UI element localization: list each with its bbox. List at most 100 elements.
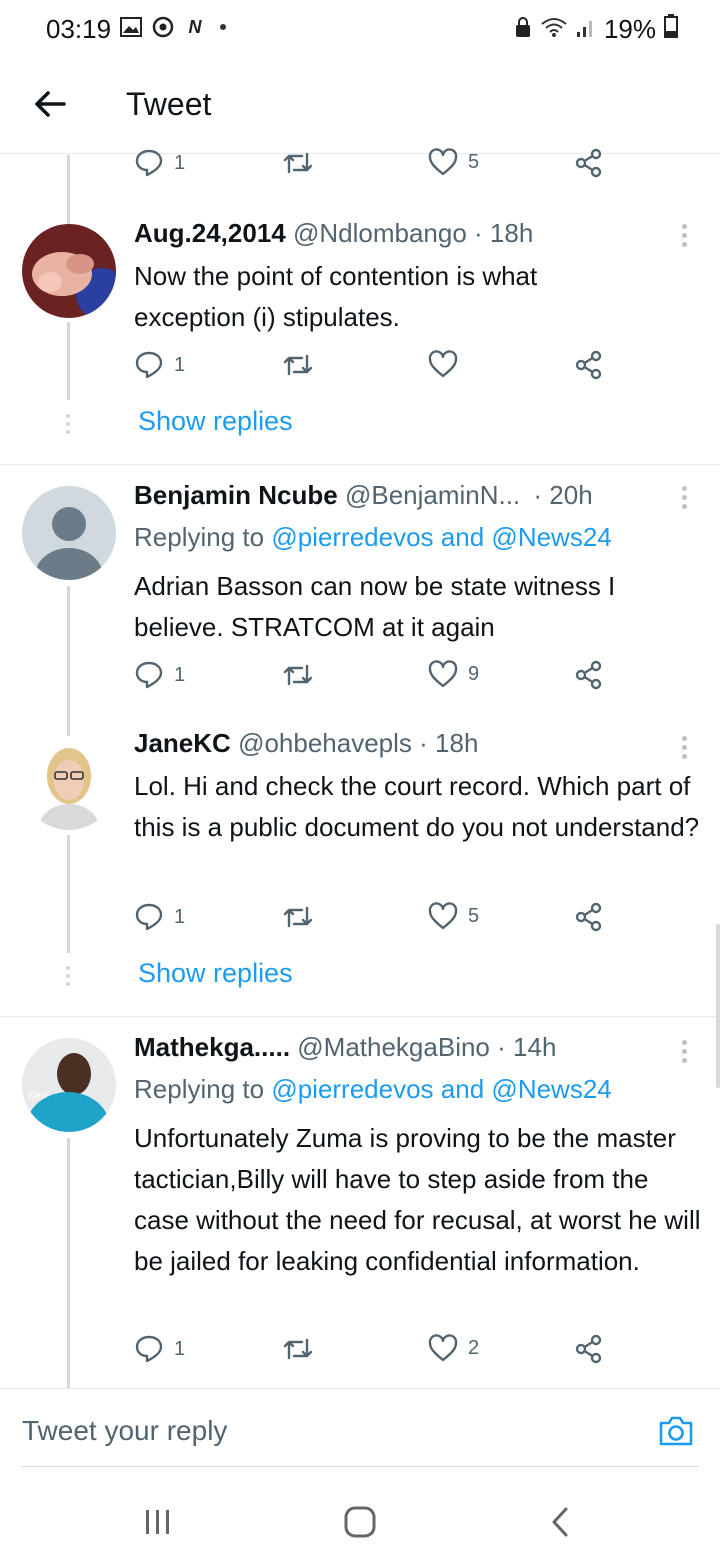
action-row: 1 xyxy=(134,350,614,390)
share-button[interactable] xyxy=(574,1334,604,1364)
battery-icon xyxy=(664,14,678,45)
tweet-header: Benjamin Ncube @BenjaminN... · 20h xyxy=(134,480,593,511)
back-arrow-icon[interactable] xyxy=(30,84,70,124)
more-options-icon[interactable] xyxy=(682,736,688,763)
avatar[interactable]: Kasi xyxy=(22,1038,116,1132)
mention-link[interactable]: @News24 xyxy=(491,1074,611,1104)
share-button[interactable] xyxy=(574,902,604,932)
tweet-text: Adrian Basson can now be state witness I… xyxy=(134,571,616,642)
retweet-button[interactable] xyxy=(282,1334,314,1364)
share-icon xyxy=(575,902,602,932)
scrollbar[interactable] xyxy=(716,924,720,1088)
home-icon[interactable] xyxy=(340,1502,380,1542)
more-options-icon[interactable] xyxy=(682,486,688,513)
like-button[interactable]: 5 xyxy=(428,902,479,930)
composer-underline xyxy=(22,1466,698,1467)
like-button[interactable]: 2 xyxy=(428,1334,479,1362)
thread-line xyxy=(67,322,70,400)
mention-link[interactable]: @News24 xyxy=(491,522,611,552)
retweet-icon xyxy=(283,152,313,174)
action-row: 1 5 xyxy=(134,902,614,942)
replying-and: and xyxy=(440,522,485,552)
user-handle[interactable]: @MathekgaBino xyxy=(297,1032,490,1062)
status-time: 03:19 xyxy=(46,14,112,44)
more-options-icon[interactable] xyxy=(682,224,688,251)
show-replies-link[interactable]: Show replies xyxy=(138,958,293,989)
share-icon xyxy=(575,350,602,380)
camera-icon[interactable] xyxy=(658,1415,694,1447)
tweet-time: · 14h xyxy=(497,1032,557,1062)
replying-prefix: Replying to xyxy=(134,1074,265,1104)
action-row: 1 9 xyxy=(134,660,614,700)
like-count: 5 xyxy=(468,150,480,173)
thread-line xyxy=(67,155,70,225)
reply-count: 1 xyxy=(174,151,186,174)
avatar[interactable] xyxy=(22,486,116,580)
tweet-header: Aug.24,2014 @Ndlombango · 18h xyxy=(134,218,533,249)
retweet-icon xyxy=(283,906,313,928)
tweet-header: JaneKC @ohbehavepls · 18h xyxy=(134,728,478,759)
avatar[interactable] xyxy=(22,224,116,318)
share-button[interactable] xyxy=(574,148,604,178)
user-handle[interactable]: @ohbehavepls xyxy=(238,728,412,758)
thread-line xyxy=(67,586,70,736)
thread-dots xyxy=(66,414,70,438)
mention-link[interactable]: @pierredevos xyxy=(271,522,433,552)
retweet-button[interactable] xyxy=(282,148,314,178)
share-button[interactable] xyxy=(574,660,604,690)
app-bar: Tweet xyxy=(0,58,720,154)
heart-icon xyxy=(428,350,458,378)
tweet-time: · 20h xyxy=(533,480,593,510)
user-handle[interactable]: @BenjaminN... xyxy=(345,480,520,510)
reply-count: 1 xyxy=(174,1337,186,1360)
retweet-button[interactable] xyxy=(282,660,314,690)
status-bar: 03:19 N 19% xyxy=(0,0,720,58)
user-name[interactable]: Mathekga..... xyxy=(134,1032,290,1062)
retweet-button[interactable] xyxy=(282,902,314,932)
gallery-icon xyxy=(120,16,142,38)
reply-button[interactable]: 1 xyxy=(134,660,185,690)
heart-icon xyxy=(428,660,458,688)
mention-link[interactable]: @pierredevos xyxy=(271,1074,433,1104)
back-icon[interactable] xyxy=(542,1502,582,1542)
wifi-icon xyxy=(540,14,568,45)
share-button[interactable] xyxy=(574,350,604,380)
show-replies-link[interactable]: Show replies xyxy=(138,406,293,437)
like-button[interactable]: 5 xyxy=(428,148,479,176)
action-row: 1 2 xyxy=(134,1334,614,1374)
like-button[interactable] xyxy=(428,350,468,378)
share-icon xyxy=(575,148,602,178)
avatar[interactable] xyxy=(22,736,116,830)
tweet-time: · 18h xyxy=(474,218,534,248)
reply-input[interactable]: Tweet your reply xyxy=(22,1415,227,1447)
battery-percent: 19% xyxy=(603,14,656,44)
divider xyxy=(0,1016,720,1017)
retweet-icon xyxy=(283,1338,313,1360)
reply-icon xyxy=(135,1335,163,1363)
reply-button[interactable]: 1 xyxy=(134,1334,185,1364)
reply-composer: Tweet your reply xyxy=(0,1388,720,1468)
user-handle[interactable]: @Ndlombango xyxy=(293,218,467,248)
replying-and: and xyxy=(440,1074,485,1104)
reply-icon xyxy=(135,149,163,177)
heart-icon xyxy=(428,1334,458,1362)
chrome-icon xyxy=(152,16,174,38)
reply-button[interactable]: 1 xyxy=(134,350,185,380)
retweet-button[interactable] xyxy=(282,350,314,380)
user-name[interactable]: Aug.24,2014 xyxy=(134,218,286,248)
reply-count: 1 xyxy=(174,353,186,376)
like-button[interactable]: 9 xyxy=(428,660,479,688)
reply-icon xyxy=(135,351,163,379)
recent-apps-icon[interactable] xyxy=(138,1502,178,1542)
replying-prefix: Replying to xyxy=(134,522,265,552)
reply-button[interactable]: 1 xyxy=(134,148,185,178)
more-options-icon[interactable] xyxy=(682,1040,688,1067)
lock-icon xyxy=(514,14,532,45)
tweet-text: Now the point of contention is what exce… xyxy=(134,261,538,332)
user-name[interactable]: Benjamin Ncube xyxy=(134,480,338,510)
svg-text:Kasi: Kasi xyxy=(28,1090,48,1101)
reply-button[interactable]: 1 xyxy=(134,902,185,932)
replying-to: Replying to @pierredevos and @News24 xyxy=(134,522,612,553)
like-count: 9 xyxy=(468,662,480,685)
user-name[interactable]: JaneKC xyxy=(134,728,231,758)
